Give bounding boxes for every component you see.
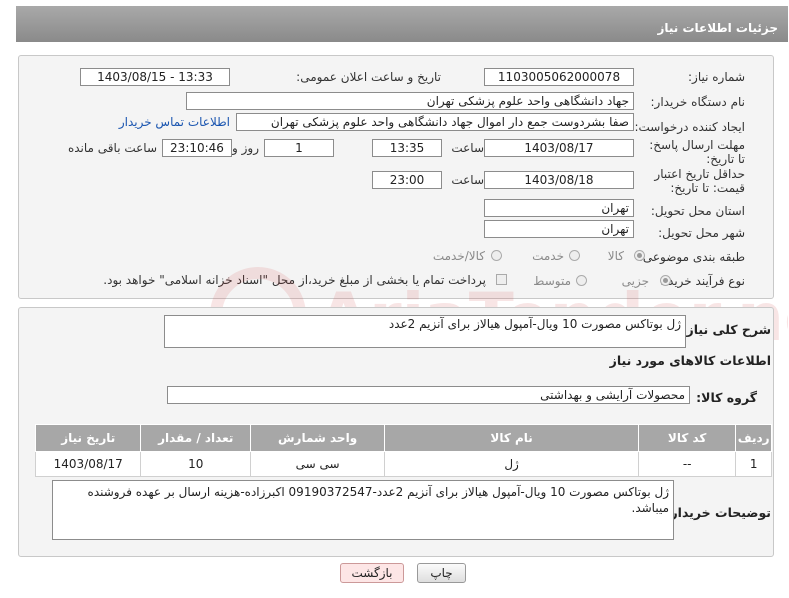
buyer-org-field: جهاد دانشگاهی واحد علوم پزشکی تهران — [186, 92, 634, 110]
city-label: شهر محل تحویل: — [658, 226, 745, 240]
buyer-notes-field: ژل بوتاکس مصورت 10 ویال-آمپول هیالاز برا… — [52, 480, 674, 540]
cell-quantity: 10 — [140, 451, 252, 477]
col-row-number: ردیف — [735, 424, 772, 452]
cell-row-number: 1 — [735, 451, 772, 477]
deadline-days-field: 1 — [264, 139, 334, 157]
goods-group-label: گروه کالا: — [696, 390, 757, 405]
goods-table-header: ردیف کد کالا نام کالا واحد شمارش تعداد /… — [34, 424, 772, 452]
remaining-label: ساعت باقی مانده — [67, 141, 157, 155]
buyer-contact-link[interactable]: اطلاعات تماس خریدار — [119, 115, 230, 129]
summary-field: ژل بوتاکس مصورت 10 ویال-آمپول هیالاز برا… — [164, 315, 686, 348]
validity-time-label: ساعت — [451, 173, 484, 187]
cell-need-date: 1403/08/17 — [34, 451, 142, 477]
buyer-notes-label: توضیحات خریدار: — [665, 505, 771, 520]
deadline-label: مهلت ارسال پاسخ: تا تاریخ: — [649, 138, 745, 166]
validity-date-field: 1403/08/18 — [484, 171, 634, 189]
back-button[interactable]: بازگشت — [340, 563, 404, 583]
cell-goods-code: -- — [638, 451, 737, 477]
province-field: تهران — [484, 199, 634, 217]
print-button[interactable]: چاپ — [417, 563, 466, 583]
goods-group-field: محصولات آرایشی و بهداشتی — [167, 386, 690, 404]
cell-goods-name: ژل — [384, 451, 640, 477]
col-unit: واحد شمارش — [250, 424, 386, 452]
deadline-date-field: 1403/08/17 — [484, 139, 634, 157]
goods-table: ردیف کد کالا نام کالا واحد شمارش تعداد /… — [34, 424, 772, 477]
page-header: جزئیات اطلاعات نیاز — [16, 6, 788, 42]
deadline-time-field: 13:35 — [372, 139, 442, 157]
days-label: روز و — [232, 141, 259, 155]
summary-label: شرح کلی نیاز: — [681, 322, 771, 337]
cell-unit: سی سی — [250, 451, 386, 477]
goods-info-title: اطلاعات کالاهای مورد نیاز — [609, 353, 771, 368]
announce-datetime-field: 1403/08/15 - 13:33 — [80, 68, 230, 86]
col-goods-code: کد کالا — [638, 424, 737, 452]
need-number-field: 1103005062000078 — [484, 68, 634, 86]
announce-label: تاریخ و ساعت اعلان عمومی: — [296, 70, 441, 84]
deadline-time-label: ساعت — [451, 141, 484, 155]
remaining-time-field: 23:10:46 — [162, 139, 232, 157]
requester-label: ایجاد کننده درخواست: — [634, 120, 745, 134]
validity-label: حداقل تاریخ اعتبار قیمت: تا تاریخ: — [654, 167, 745, 195]
requester-field: صفا بشردوست جمع دار اموال جهاد دانشگاهی … — [236, 113, 634, 131]
col-goods-name: نام کالا — [384, 424, 640, 452]
validity-time-field: 23:00 — [372, 171, 442, 189]
province-label: استان محل تحویل: — [650, 204, 745, 218]
city-field: تهران — [484, 220, 634, 238]
page-title: جزئیات اطلاعات نیاز — [657, 21, 778, 35]
col-quantity: تعداد / مقدار — [140, 424, 252, 452]
col-need-date: تاریخ نیاز — [34, 424, 142, 452]
table-row: 1 -- ژل سی سی 10 1403/08/17 — [34, 451, 772, 477]
need-number-label: شماره نیاز: — [688, 70, 745, 84]
buyer-org-label: نام دستگاه خریدار: — [650, 95, 746, 109]
